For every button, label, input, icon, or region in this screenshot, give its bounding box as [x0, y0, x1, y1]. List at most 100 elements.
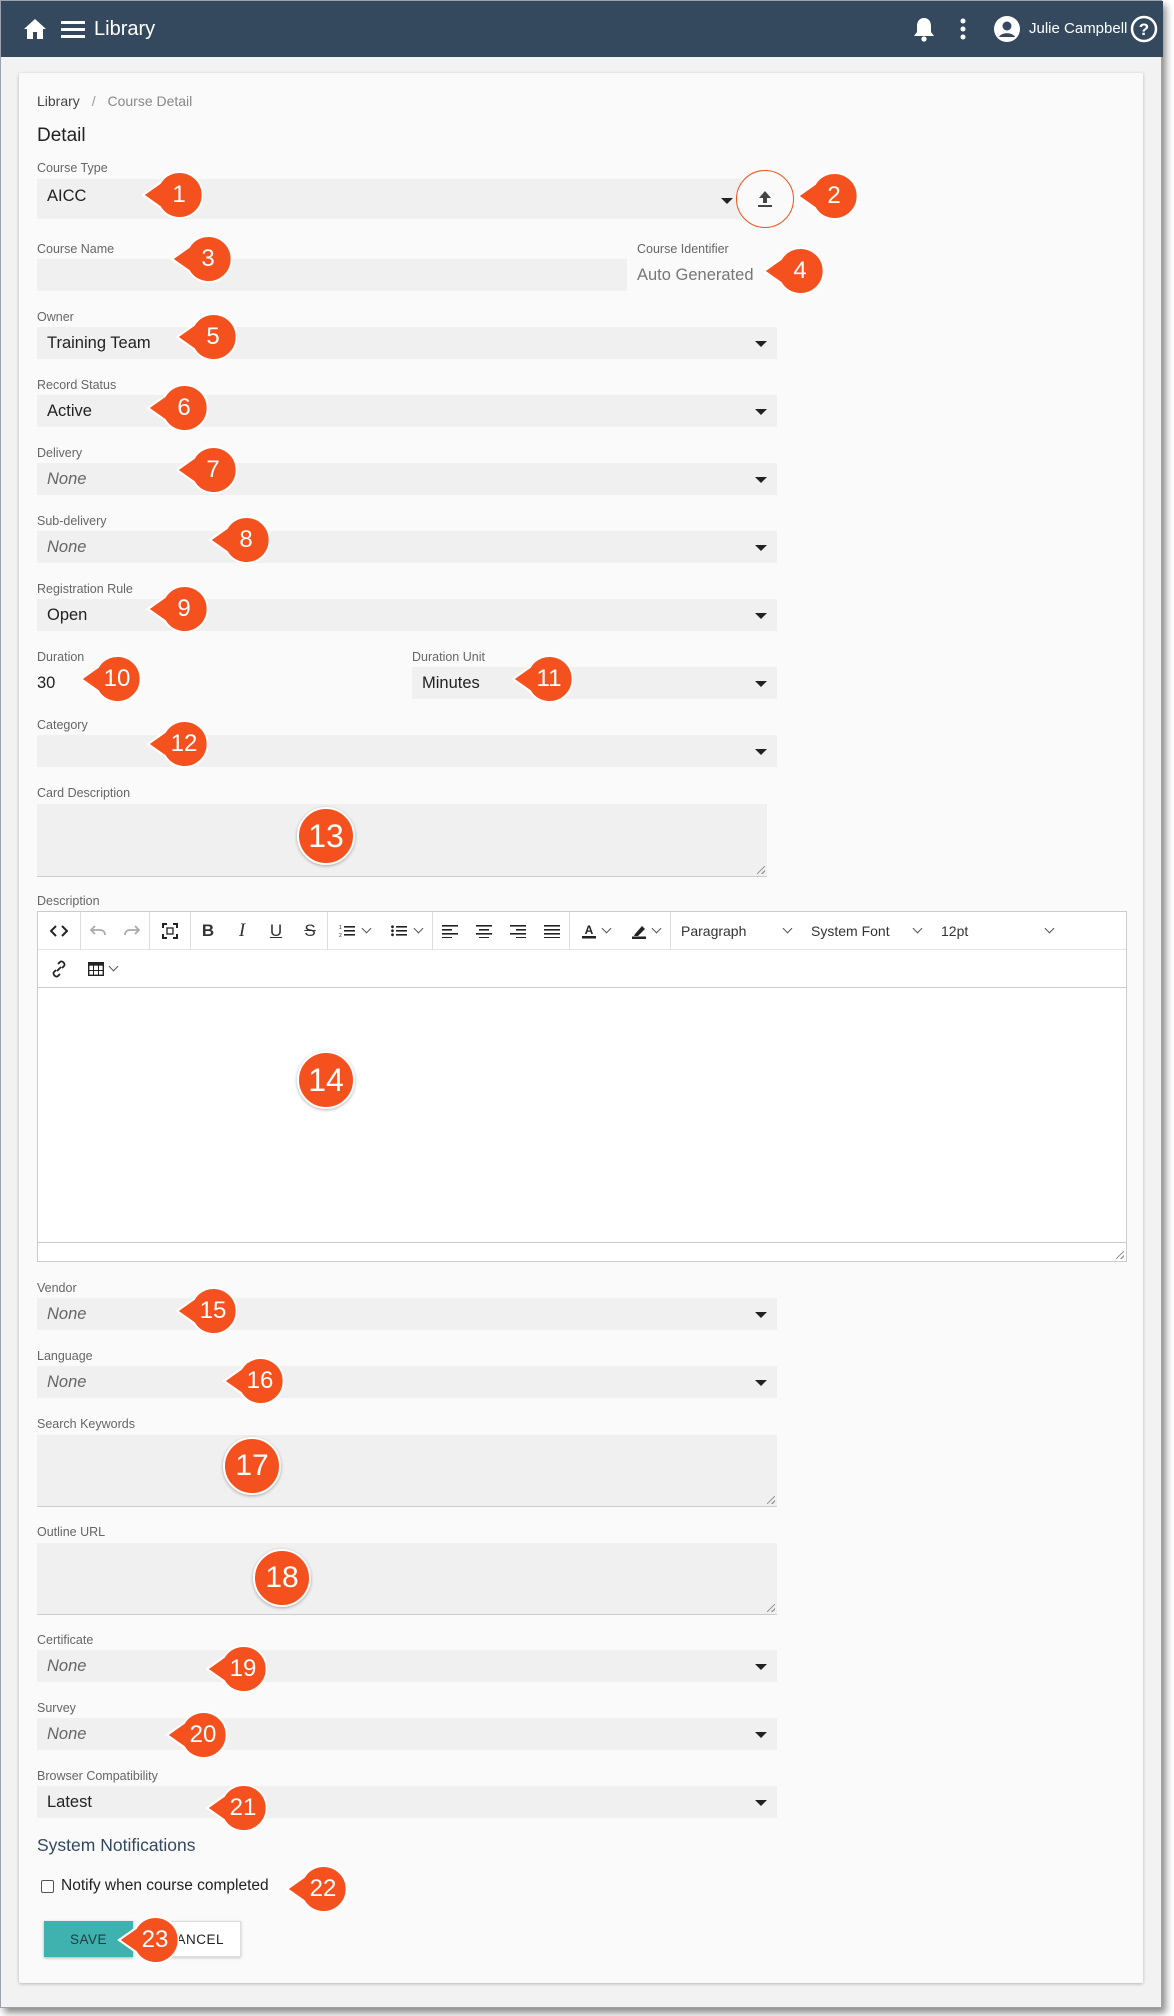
breadcrumb: Library / Course Detail — [37, 92, 192, 110]
callout-number: 11 — [536, 665, 562, 692]
chevron-down-icon — [755, 1732, 767, 1738]
chevron-down-icon — [755, 1312, 767, 1318]
callout-marker: 22 — [285, 1863, 347, 1915]
help-icon[interactable]: ? — [1129, 14, 1159, 44]
chevron-down-icon — [782, 923, 793, 934]
notify-completed-checkbox[interactable] — [41, 1880, 54, 1893]
table-icon[interactable] — [80, 950, 124, 988]
chevron-down-icon — [755, 1664, 767, 1670]
redo-icon[interactable] — [115, 912, 149, 950]
callout-number: 13 — [308, 817, 344, 854]
record-status-label: Record Status — [37, 378, 117, 392]
callout-marker: 16 — [222, 1355, 284, 1407]
chevron-down-icon — [755, 341, 767, 347]
browser-compatibility-select[interactable]: Latest — [37, 1786, 777, 1818]
user-avatar-icon[interactable] — [993, 15, 1021, 43]
chevron-down-icon — [755, 613, 767, 619]
app-title: Library — [94, 18, 156, 40]
upload-button[interactable] — [736, 170, 794, 228]
callout-marker: 14 — [297, 1051, 355, 1109]
course-identifier-value: Auto Generated — [637, 266, 754, 284]
italic-icon[interactable]: I — [225, 912, 259, 950]
resize-handle-icon[interactable] — [767, 1496, 775, 1504]
block-format-dropdown[interactable]: Paragraph — [671, 912, 801, 950]
resize-handle-icon[interactable] — [1116, 1251, 1124, 1259]
callout-marker: 17 — [223, 1437, 281, 1495]
category-label: Category — [37, 718, 88, 732]
font-family-dropdown[interactable]: System Font — [801, 912, 931, 950]
callout-marker: 3 — [170, 233, 232, 285]
callout-marker: 20 — [165, 1709, 227, 1761]
callout-marker: 18 — [253, 1549, 311, 1607]
search-keywords-textarea[interactable] — [37, 1435, 777, 1507]
notify-completed-label[interactable]: Notify when course completed — [61, 1877, 269, 1895]
callout-number: 15 — [199, 1297, 227, 1324]
duration-unit-select[interactable]: Minutes — [412, 667, 777, 699]
chevron-down-icon — [755, 1800, 767, 1806]
callout-marker: 1 — [141, 169, 203, 221]
language-select[interactable]: None — [37, 1366, 777, 1398]
card-description-textarea[interactable] — [37, 804, 767, 877]
language-value: None — [47, 1373, 87, 1391]
align-justify-icon[interactable] — [535, 912, 569, 950]
resize-handle-icon[interactable] — [767, 1604, 775, 1612]
chevron-down-icon — [755, 545, 767, 551]
chevron-down-icon — [601, 923, 611, 934]
vendor-value: None — [47, 1305, 87, 1323]
certificate-select[interactable]: None — [37, 1650, 777, 1682]
editor-toolbar-row-2 — [38, 950, 1126, 988]
callout-marker: 12 — [146, 718, 208, 770]
vendor-select[interactable]: None — [37, 1298, 777, 1330]
link-icon[interactable] — [38, 950, 80, 988]
callout-marker: 15 — [175, 1285, 237, 1337]
chevron-down-icon — [413, 923, 423, 934]
resize-handle-icon[interactable] — [757, 866, 765, 874]
sub-delivery-select[interactable]: None — [37, 531, 777, 563]
breadcrumb-separator: / — [91, 93, 96, 109]
search-keywords-label: Search Keywords — [37, 1417, 135, 1431]
description-rich-text-editor: B I U S 12 A Paragraph System Font 12pt — [37, 911, 1127, 1262]
course-name-input[interactable] — [37, 259, 627, 291]
source-code-icon[interactable] — [38, 912, 80, 950]
align-right-icon[interactable] — [501, 912, 535, 950]
bullet-list-icon[interactable] — [380, 912, 432, 950]
chevron-down-icon — [755, 1380, 767, 1386]
svg-text:A: A — [584, 923, 593, 937]
chevron-down-icon — [755, 409, 767, 415]
certificate-label: Certificate — [37, 1633, 94, 1647]
notifications-bell-icon[interactable] — [911, 15, 937, 43]
delivery-select[interactable]: None — [37, 463, 777, 495]
bold-icon[interactable]: B — [191, 912, 225, 950]
top-bar: Library Julie Campbell ? — [1, 1, 1163, 57]
user-name[interactable]: Julie Campbell — [1029, 19, 1127, 39]
fullscreen-icon[interactable] — [150, 912, 190, 950]
numbered-list-icon[interactable]: 12 — [328, 912, 380, 950]
align-center-icon[interactable] — [467, 912, 501, 950]
registration-rule-value: Open — [47, 606, 88, 624]
font-size-dropdown[interactable]: 12pt — [931, 912, 1063, 950]
survey-label: Survey — [37, 1701, 76, 1715]
highlight-color-icon[interactable] — [620, 912, 670, 950]
align-left-icon[interactable] — [433, 912, 467, 950]
owner-select[interactable]: Training Team — [37, 327, 777, 359]
description-editor-body[interactable] — [38, 989, 1126, 1241]
survey-select[interactable]: None — [37, 1718, 777, 1750]
more-vertical-icon[interactable] — [955, 15, 971, 43]
menu-icon[interactable] — [59, 15, 87, 43]
outline-url-textarea[interactable] — [37, 1543, 777, 1615]
home-icon[interactable] — [21, 15, 49, 43]
browser-compatibility-label: Browser Compatibility — [37, 1769, 158, 1783]
callout-marker: 4 — [762, 245, 824, 297]
registration-rule-label: Registration Rule — [37, 582, 133, 596]
vendor-label: Vendor — [37, 1281, 77, 1295]
callout-number: 20 — [189, 1721, 217, 1748]
underline-icon[interactable]: U — [259, 912, 293, 950]
breadcrumb-library[interactable]: Library — [37, 93, 80, 109]
callout-number: 18 — [265, 1561, 299, 1594]
text-color-icon[interactable]: A — [570, 912, 620, 950]
record-status-value: Active — [47, 402, 92, 420]
strikethrough-icon[interactable]: S — [293, 912, 327, 950]
undo-icon[interactable] — [81, 912, 115, 950]
outline-url-label: Outline URL — [37, 1525, 106, 1539]
chevron-down-icon — [755, 749, 767, 755]
